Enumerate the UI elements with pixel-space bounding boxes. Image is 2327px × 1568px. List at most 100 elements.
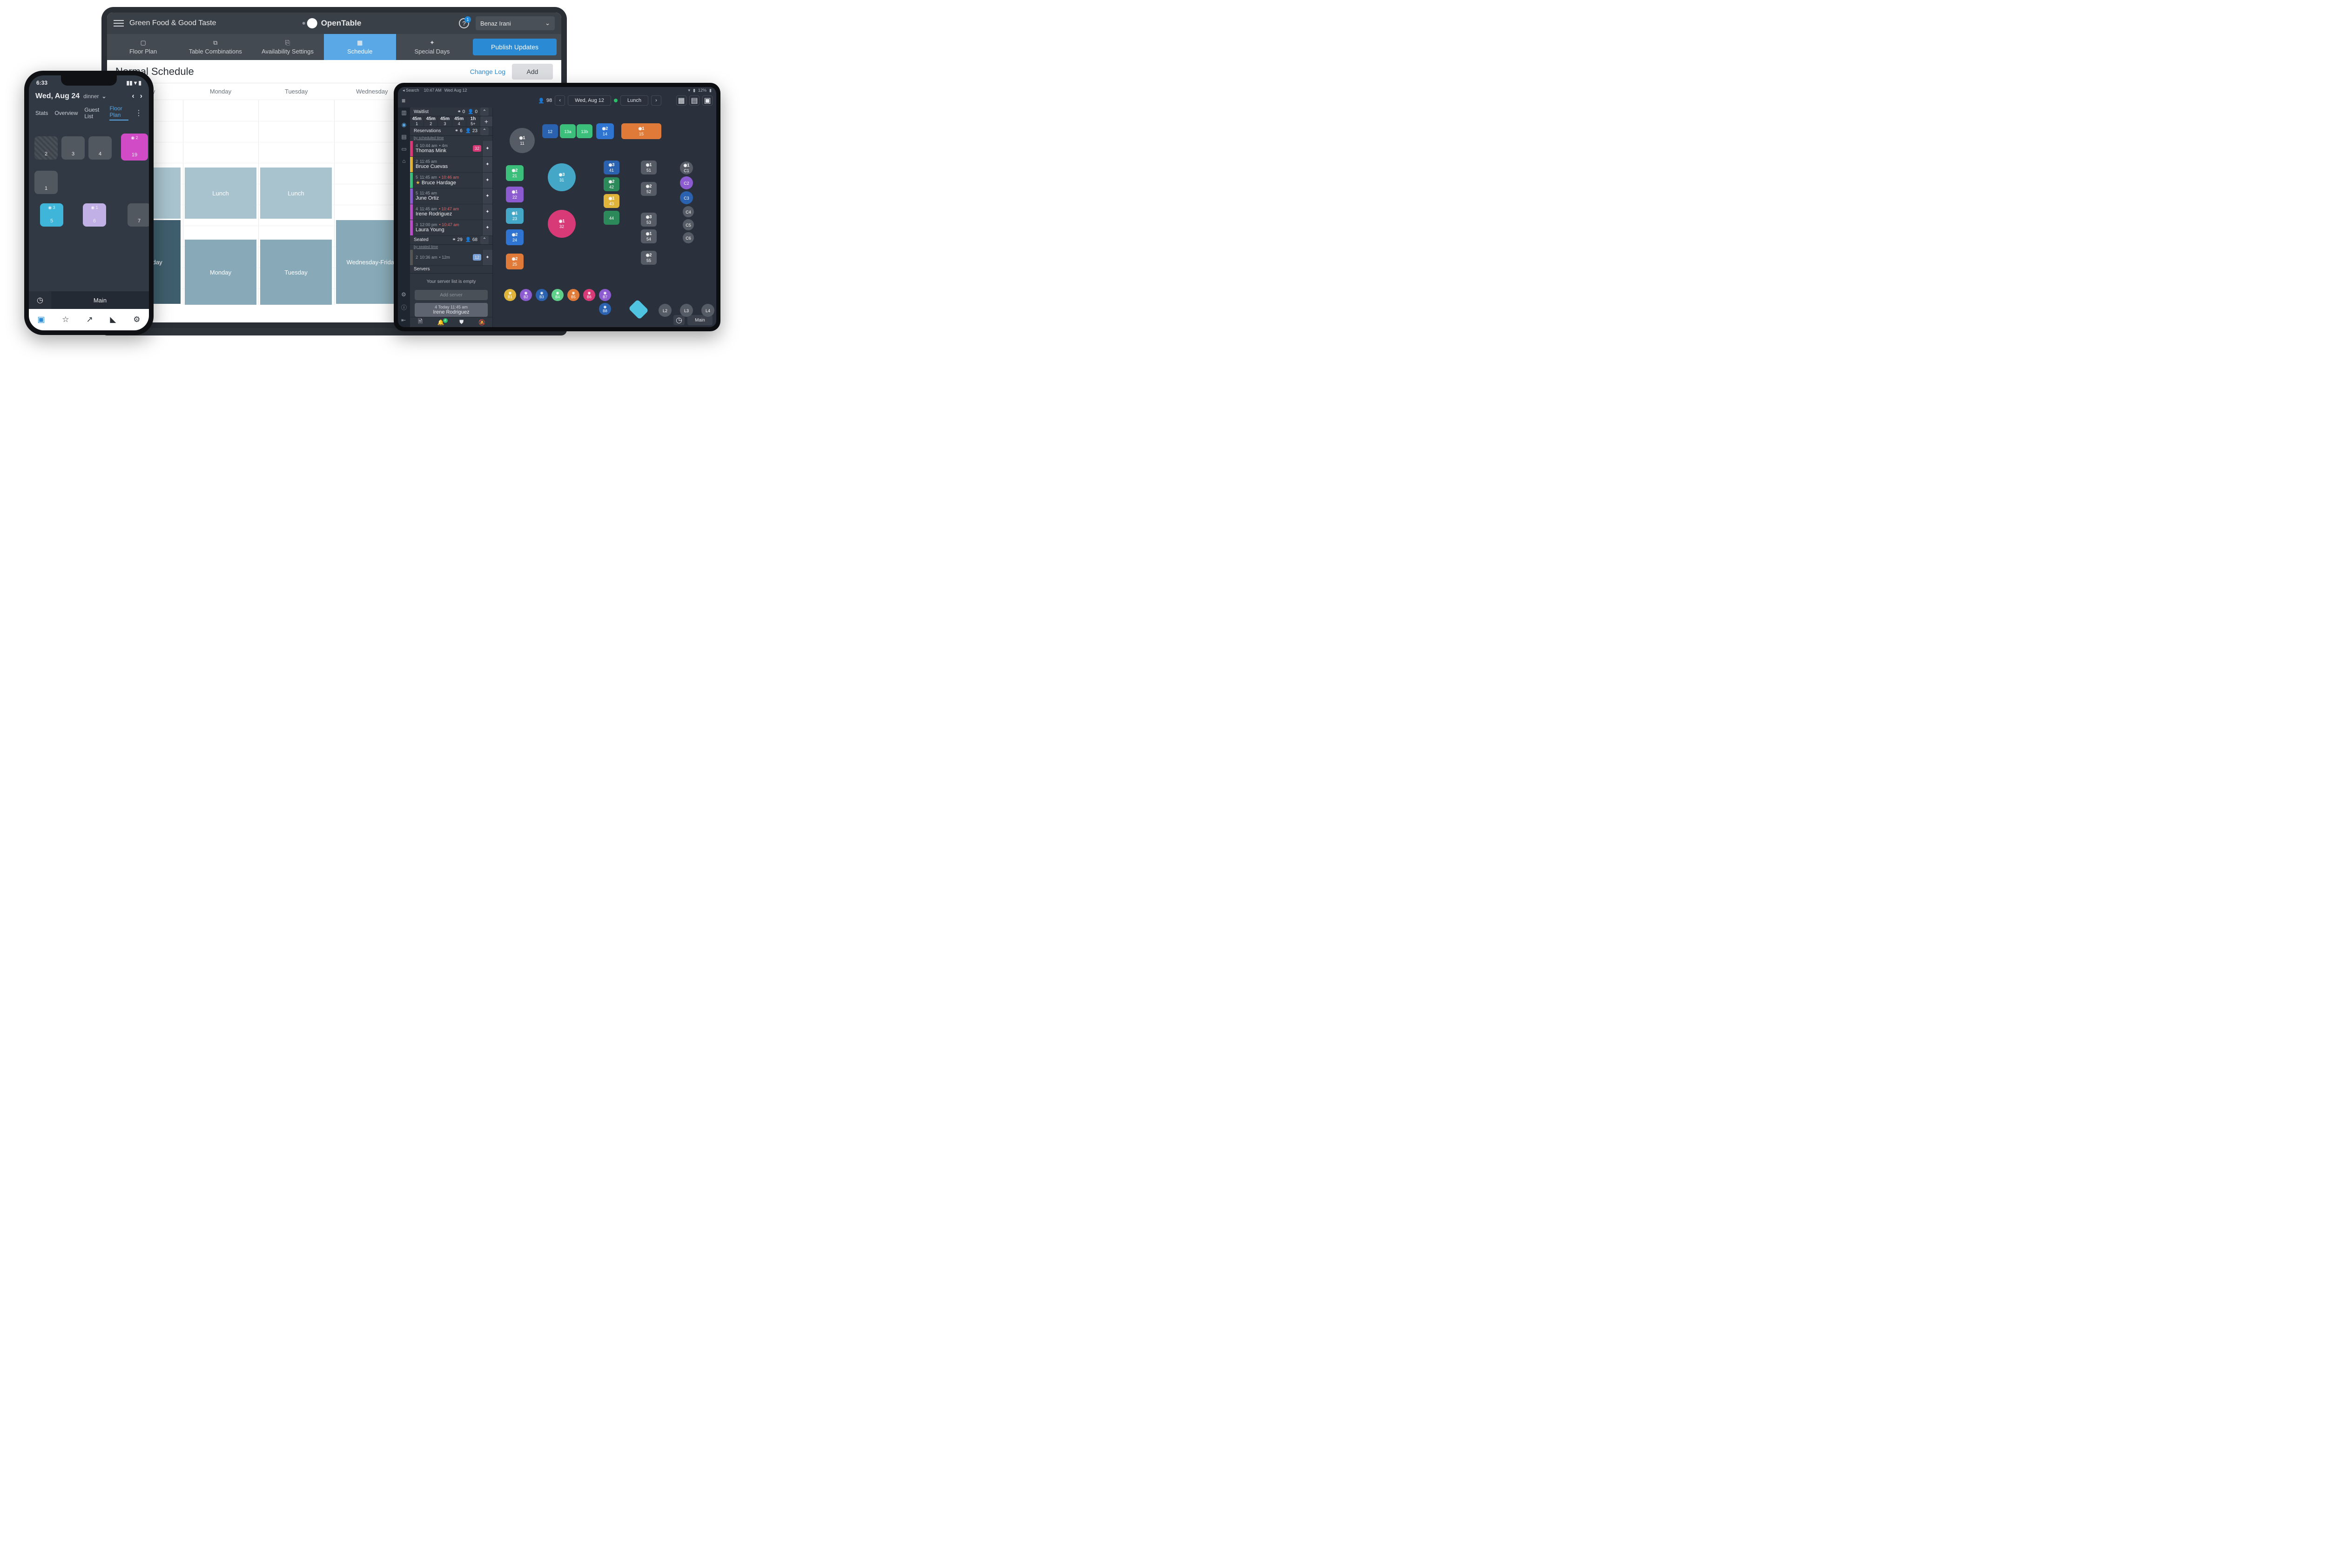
server-chip[interactable]: ◉B6	[583, 289, 595, 301]
table[interactable]: ◉111	[510, 128, 535, 153]
tab-schedule[interactable]: ▦Schedule	[324, 34, 396, 60]
nav-gear-icon[interactable]: ⚙	[133, 315, 140, 324]
table[interactable]: 7	[128, 203, 149, 227]
reservation-item[interactable]: 511:45 am • 10:46 am★ Bruce Hardage✦	[410, 173, 492, 188]
chevron-left-icon[interactable]: ‹	[132, 92, 134, 101]
rail-item[interactable]: ▥	[401, 109, 406, 116]
chevron-right-icon[interactable]: ›	[140, 92, 142, 101]
schedule-block[interactable]: Lunch	[185, 168, 256, 219]
schedule-block[interactable]: Monday	[185, 240, 256, 305]
table[interactable]: L4	[701, 304, 714, 317]
grid-view-icon[interactable]: ▦	[676, 95, 686, 106]
table[interactable]: ◉132	[548, 210, 576, 238]
nav-share-icon[interactable]: ↗	[86, 315, 93, 324]
tab-special-days[interactable]: ✦Special Days	[396, 34, 468, 60]
reservation-action[interactable]: ✦	[482, 157, 492, 172]
tablet-floor-plan[interactable]: ◷ Main ◉1111213a13b◉214◉115◉221◉331◉122◉…	[493, 107, 716, 327]
floor-selector[interactable]: Main	[51, 291, 149, 309]
clock-icon[interactable]: ◷	[29, 291, 51, 309]
server-chip[interactable]: ◉B3	[536, 289, 548, 301]
rail-item[interactable]: ⌂	[402, 158, 405, 164]
server-chip[interactable]: ◉B5	[567, 289, 579, 301]
change-log-link[interactable]: Change Log	[470, 68, 505, 75]
tab-floor-plan[interactable]: ▢Floor Plan	[107, 34, 179, 60]
table[interactable]: ◉353	[641, 213, 657, 227]
help-icon[interactable]: ?1	[459, 18, 469, 28]
tab-overview[interactable]: Overview	[54, 110, 78, 116]
nav-book-icon[interactable]: ▣	[37, 315, 45, 324]
table[interactable]: ◉ 219	[121, 134, 148, 161]
table[interactable]: ◉ 35	[40, 203, 63, 227]
table[interactable]: 2	[34, 136, 58, 160]
sort-link[interactable]: by scheduled time	[410, 136, 492, 141]
section-reservations[interactable]: Reservations ⚭ 6👤 23⌃	[410, 127, 492, 136]
reservation-action[interactable]: ✦	[482, 204, 492, 220]
bell-icon[interactable]: 🔔4	[430, 317, 451, 327]
nav-star-icon[interactable]: ☆	[62, 315, 69, 324]
table[interactable]: ◉225	[506, 254, 524, 269]
table[interactable]: 44	[604, 211, 619, 225]
waitlist-slot[interactable]: 45m2	[424, 116, 438, 127]
table[interactable]: ◉123	[506, 208, 524, 224]
publish-updates-button[interactable]: Publish Updates	[473, 39, 557, 55]
table[interactable]: C6	[683, 232, 694, 243]
table[interactable]: C2	[680, 176, 693, 189]
reservation-action[interactable]: ✦	[482, 220, 492, 235]
reservation-action[interactable]: ✦	[482, 188, 492, 204]
table[interactable]: L3	[680, 304, 693, 317]
shift-picker[interactable]: dinner	[83, 93, 99, 100]
reservation-item[interactable]: 411:45 am • 10:47 amIrene Rodriguez✦	[410, 204, 492, 220]
waitlist-slot[interactable]: 45m1	[410, 116, 424, 127]
add-button[interactable]: Add	[512, 64, 553, 80]
table[interactable]: 4	[88, 136, 112, 160]
more-icon[interactable]: ⋮	[135, 108, 142, 118]
chevron-right-icon[interactable]: ›	[651, 95, 661, 106]
rail-item[interactable]: ◉	[402, 121, 406, 128]
list-view-icon[interactable]: ▤	[689, 95, 699, 106]
table[interactable]: ◉255	[641, 251, 657, 265]
table[interactable]: 13b	[577, 124, 592, 138]
rail-item[interactable]: ▤	[401, 134, 406, 140]
schedule-block[interactable]: Tuesday	[260, 240, 332, 305]
user-menu[interactable]: Benaz Irani⌄	[476, 16, 555, 30]
waitlist-slot[interactable]: 45m4	[452, 116, 466, 127]
section-seated[interactable]: Seated ⚭ 29👤 68⌃	[410, 236, 492, 245]
reservation-action[interactable]: ✦	[482, 173, 492, 188]
section-waitlist[interactable]: Waitlist ⚭ 0👤 0⌃	[410, 107, 492, 116]
table[interactable]: 3	[61, 136, 85, 160]
table[interactable]: ◉214	[596, 123, 614, 139]
reservation-item[interactable]: 210:36 am • 12m12✦	[410, 250, 492, 266]
tab-availability-settings[interactable]: ⎘Availability Settings	[251, 34, 323, 60]
table[interactable]: L2	[659, 304, 672, 317]
reservation-item[interactable]: 410:44 am • 4mThomas Mink32✦	[410, 141, 492, 157]
date-picker[interactable]: Wed, Aug 12	[568, 95, 611, 106]
table[interactable]: C5	[683, 219, 694, 230]
info-icon[interactable]: ⓘ	[401, 303, 407, 311]
server-chip[interactable]: ◉B1	[504, 289, 516, 301]
table[interactable]: ◉252	[641, 182, 657, 196]
note-icon[interactable]: 🗎	[410, 317, 430, 327]
table[interactable]: ◉242	[604, 177, 619, 191]
reservation-action[interactable]: ✦	[482, 250, 492, 265]
gear-icon[interactable]: ⚙	[401, 291, 407, 298]
shift-picker[interactable]: Lunch	[620, 95, 648, 106]
hamburger-icon[interactable]: ≡	[402, 97, 405, 104]
table[interactable]: ◉224	[506, 229, 524, 245]
table[interactable]: ◉115	[621, 123, 661, 139]
collapse-icon[interactable]: ⇤	[401, 317, 407, 323]
table[interactable]: C4	[683, 206, 694, 217]
bell-off-icon[interactable]: 🔕	[472, 317, 492, 327]
shield-icon[interactable]: ⛊	[451, 317, 472, 327]
server-chip[interactable]: ◉B8	[599, 303, 611, 315]
add-server-button[interactable]: Add server	[415, 290, 488, 300]
table[interactable]: ◉143	[604, 194, 619, 208]
reservation-item[interactable]: 312:00 pm • 10:47 amLaura Young✦	[410, 220, 492, 236]
waitlist-slot[interactable]: 1h5+	[466, 116, 480, 127]
tab-guest-list[interactable]: Guest List	[84, 107, 103, 120]
clock-icon[interactable]: ◷	[673, 315, 685, 325]
table[interactable]: 13a	[560, 124, 576, 138]
tab-floor-plan[interactable]: Floor Plan	[109, 105, 128, 121]
section-servers[interactable]: Servers	[410, 266, 492, 274]
rail-item[interactable]: ▭	[401, 146, 406, 152]
tab-stats[interactable]: Stats	[35, 110, 48, 116]
